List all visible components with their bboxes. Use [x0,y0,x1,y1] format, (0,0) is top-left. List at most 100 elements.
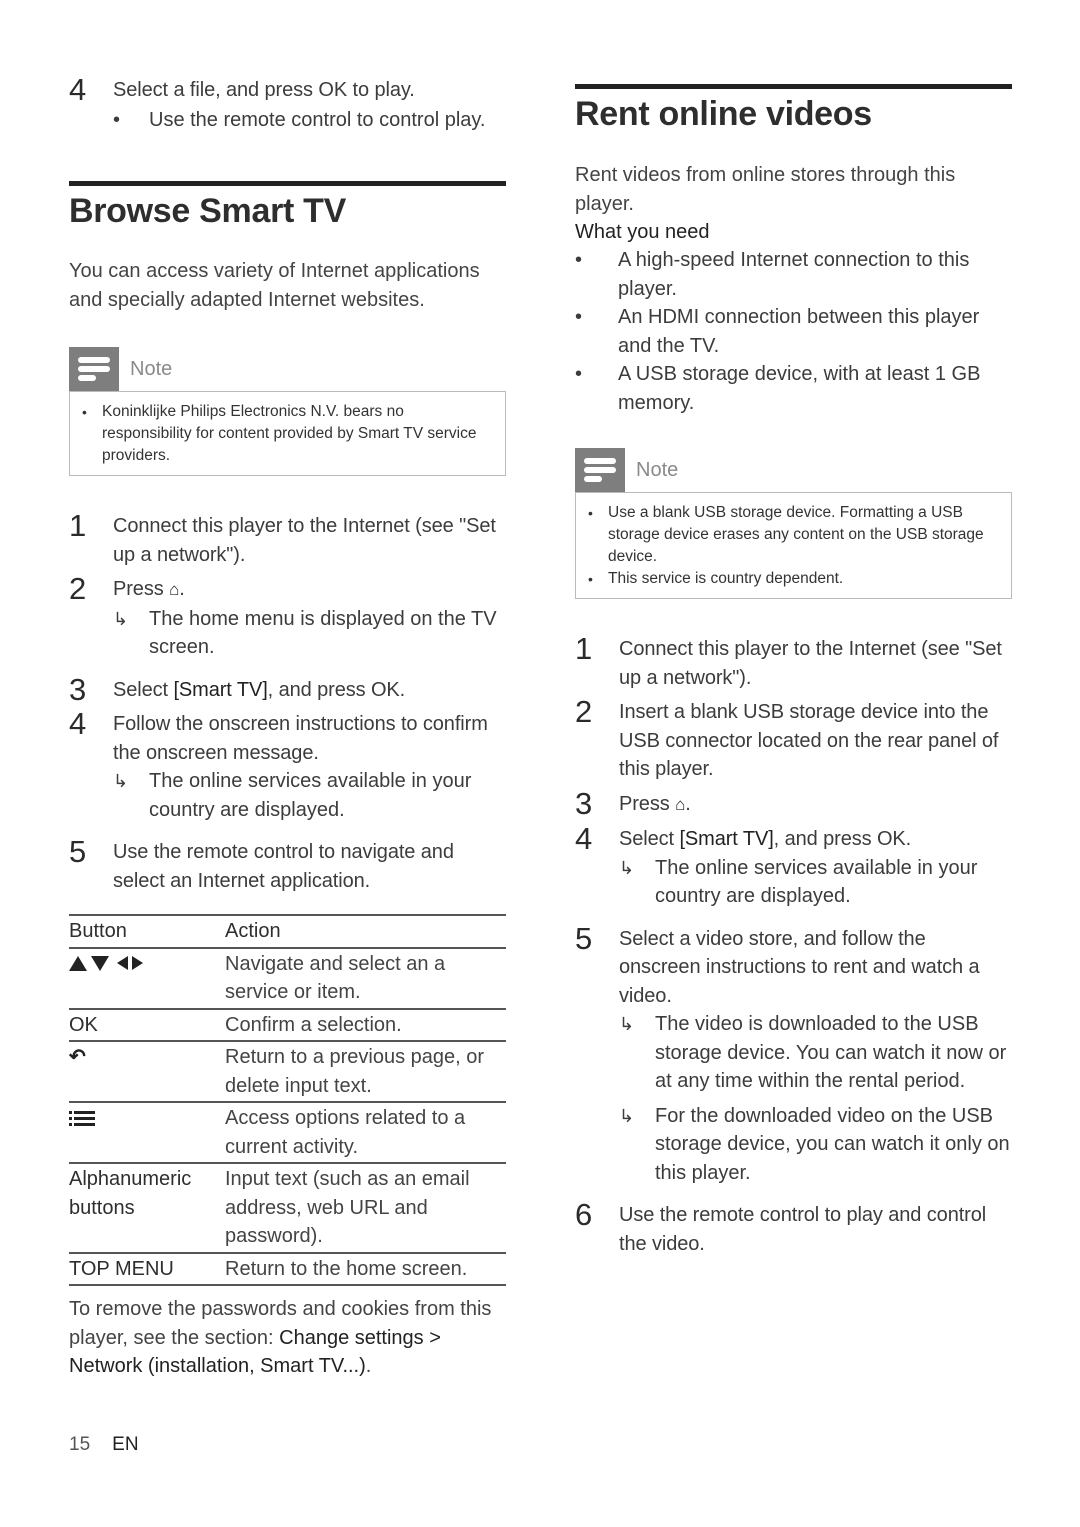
step-3: 3 Select [Smart TV], and press OK. [69,671,406,707]
action-text: Return to the home screen. [225,1257,468,1280]
action-text: Return to a previous page, or delete inp… [225,1046,485,1097]
button-action-table: Button Action Navigate and select an a s… [69,914,506,1286]
step-number: 5 [69,834,87,869]
button-text: TOP MENU [69,1257,174,1280]
language-code: EN [112,1434,139,1455]
arrow-right-icon [132,956,143,970]
table-row: Alphanumeric buttons Input text (such as… [69,1163,506,1253]
step-4-result: ↳ The online services available in your … [69,767,506,824]
step-number: 6 [575,1197,593,1232]
bullet-icon: • [588,505,593,521]
result-arrow-icon: ↳ [113,771,129,791]
table-row: TOP MENU Return to the home screen. [69,1253,506,1285]
section-title-browse-smart-tv: Browse Smart TV [69,192,347,230]
note-label: Note [636,459,679,481]
step-2: 2 Insert a blank USB storage device into… [575,694,999,781]
note-item: • This service is country dependent. [588,568,999,590]
action-text: Navigate and select an a service or item… [225,952,446,1004]
requirement-item: • A USB storage device, with at least 1 … [575,360,1012,417]
settings-reference: To remove the passwords and cookies from… [69,1298,492,1377]
note-header: Note [69,347,506,391]
prev-step-bullet: • Use the remote control to control play… [69,106,506,135]
button-text: OK [69,1013,98,1036]
note-label: Note [130,358,173,380]
table-header-row: Button Action [69,915,506,948]
step-5-result: ↳ For the downloaded video on the USB st… [575,1102,1012,1188]
note-icon [575,448,625,492]
result-arrow-icon: ↳ [619,857,635,878]
note-body: • Koninklijke Philips Electronics N.V. b… [69,391,506,476]
note-item: • Use a blank USB storage device. Format… [588,504,984,565]
section-title-rent-online-videos: Rent online videos [575,95,872,133]
step-5: 5 Select a video store, and follow the o… [575,920,980,1007]
section-intro: You can access variety of Internet appli… [69,260,480,311]
step-number: 1 [575,631,593,666]
options-icon [69,1110,95,1128]
page-footer: 15 EN [69,1434,139,1456]
arrow-up-icon [69,955,87,971]
table-row: OK Confirm a selection. [69,1009,506,1041]
step-1: 1 Connect this player to the Internet (s… [69,508,506,569]
bullet-icon: • [575,306,583,328]
arrow-keys-icon [69,950,143,971]
step-number: 4 [69,706,87,741]
step-4: 4 Follow the onscreen instructions to co… [69,706,488,764]
arrow-left-icon [117,956,128,970]
requirements-list: • A high-speed Internet connection to th… [575,246,1012,417]
step-number: 1 [69,508,87,543]
bullet-icon: • [82,404,87,420]
bullet-text: Use the remote control to control play. [149,109,486,131]
note-box: Note • Use a blank USB storage device. F… [575,448,1012,599]
result-arrow-icon: ↳ [619,1105,635,1126]
step-2: 2 Press ⌂. [69,571,185,606]
step-4-result: ↳ The online services available in your … [575,854,1012,911]
header-button: Button [69,920,127,942]
result-arrow-icon: ↳ [113,608,129,629]
arrow-down-icon [91,955,109,971]
bullet-icon: • [588,571,593,587]
step-4: 4 Select [Smart TV], and press OK. [575,821,912,856]
action-text: Access options related to a current acti… [225,1107,466,1158]
step-5-result: ↳ The video is downloaded to the USB sto… [575,1010,1012,1096]
section-rule [575,84,1012,89]
step-number: 2 [69,571,87,606]
note-box: Note • Koninklijke Philips Electronics N… [69,347,506,476]
bullet-icon: • [113,109,121,131]
step-6: 6 Use the remote control to play and con… [575,1197,987,1255]
header-action: Action [225,920,281,942]
bullet-icon: • [575,363,583,385]
table-row: ↶ Return to a previous page, or delete i… [69,1041,506,1102]
action-text: Confirm a selection. [225,1013,402,1036]
button-text: Alphanumeric buttons [69,1168,192,1219]
page-number: 15 [69,1434,91,1455]
step-number: 2 [575,694,593,729]
result-arrow-icon: ↳ [619,1014,635,1034]
step-2-result: ↳ The home menu is displayed on the TV s… [69,605,506,662]
section-intro: Rent videos from online stores through t… [575,164,956,215]
action-text: Input text (such as an email address, we… [225,1168,470,1247]
table-row: Access options related to a current acti… [69,1102,506,1163]
step-number: 5 [575,920,593,956]
section-rule [69,181,506,186]
step-text: Select a file, and press OK to play. [113,79,415,101]
step-5: 5 Use the remote control to navigate and… [69,834,454,892]
bullet-icon: • [575,249,583,271]
note-icon [69,347,119,391]
step-1: 1 Connect this player to the Internet (s… [575,631,1002,689]
step-number: 4 [69,72,87,107]
requirement-item: • An HDMI connection between this player… [575,303,1012,360]
note-body: • Use a blank USB storage device. Format… [575,492,1012,599]
back-icon: ↶ [69,1046,86,1068]
step-3: 3 Press ⌂. [575,785,691,821]
prev-step-4: 4 Select a file, and press OK to play. [69,72,506,107]
steps-list: 1 Connect this player to the Internet (s… [575,631,1012,1258]
step-text: Connect this player to the Internet (see… [113,515,496,566]
step-number: 3 [575,785,593,821]
home-icon: ⌂ [675,794,686,814]
table-row: Navigate and select an a service or item… [69,948,506,1009]
note-header: Note [575,448,1012,492]
step-number: 3 [69,671,87,707]
what-you-need-heading: What you need [575,221,710,243]
note-item: • Koninklijke Philips Electronics N.V. b… [82,403,477,464]
requirement-item: • A high-speed Internet connection to th… [575,246,1012,303]
